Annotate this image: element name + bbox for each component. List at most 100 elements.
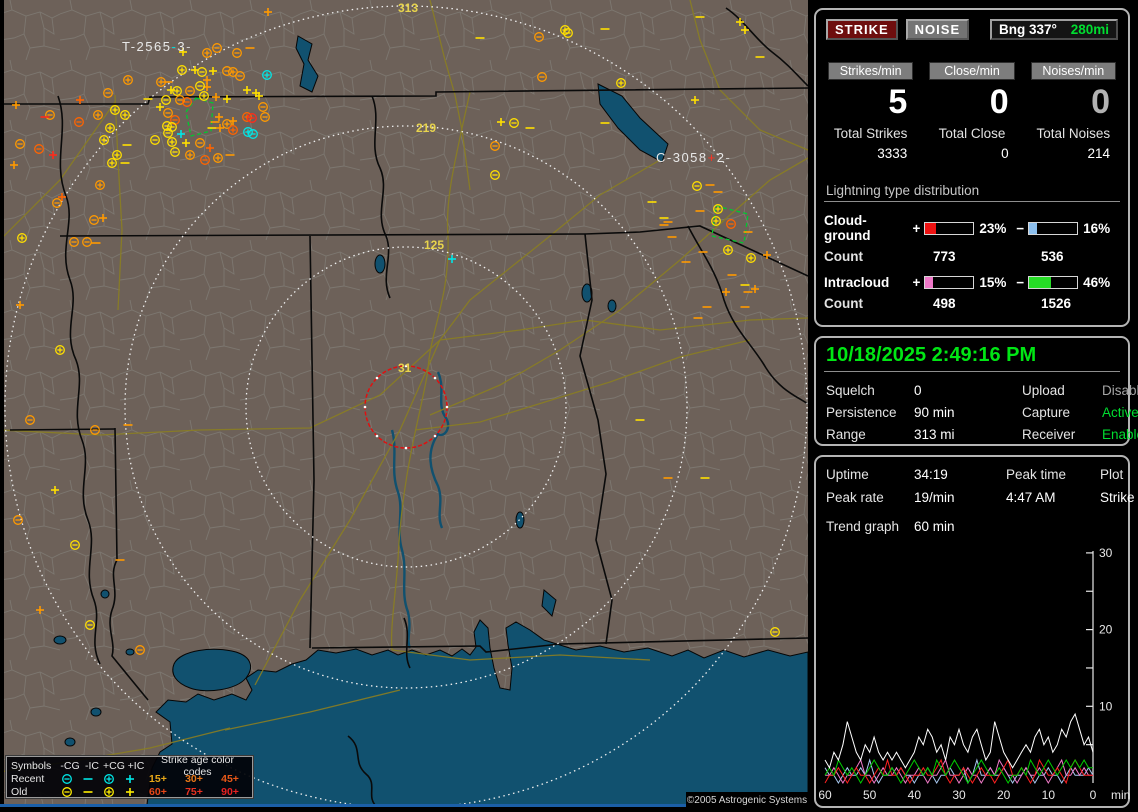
- total-strikes-value: 3333: [877, 146, 908, 161]
- svg-text:T-2565-3-: T-2565-3-: [122, 39, 192, 54]
- ring-label-313: 313: [398, 1, 418, 15]
- ring-label-31: 31: [398, 361, 412, 375]
- svg-text:10: 10: [1099, 699, 1113, 713]
- trend-graph-value: 60 min: [914, 519, 955, 534]
- legend-col-pos-ic: +IC: [127, 760, 145, 772]
- age-60-label: 60+: [149, 786, 167, 798]
- peak-time-value: 4:47 AM: [1006, 490, 1056, 505]
- cg-pos-count: 773: [933, 249, 956, 264]
- peak-rate-label: Peak rate: [826, 490, 884, 505]
- cg-neg-bar: [1028, 221, 1079, 235]
- svg-text:20: 20: [997, 788, 1011, 802]
- noises-per-min-value: 0: [1091, 83, 1110, 121]
- distribution-title: Lightning type distribution: [824, 183, 1120, 202]
- capture-label: Capture: [1022, 405, 1071, 420]
- squelch-label: Squelch: [826, 383, 875, 398]
- svg-text:C-3058+2-: C-3058+2-: [656, 150, 731, 165]
- receiver-label: Receiver: [1022, 427, 1076, 442]
- plot-label: Plot: [1100, 467, 1124, 482]
- noises-per-min-meter: Noises/min 0 Total Noises 214: [1027, 62, 1120, 161]
- range-value: 313 mi: [914, 427, 955, 442]
- intracloud-counts: Count 498 1526: [824, 296, 1120, 311]
- circle-minus-icon: [57, 786, 78, 798]
- age-75-label: 75+: [185, 786, 203, 798]
- bearing-distance: 280mi: [1070, 22, 1109, 37]
- legend-old-label: Old: [11, 786, 28, 798]
- svg-text:min: min: [1111, 788, 1130, 802]
- peak-rate-value: 19/min: [914, 490, 955, 505]
- strikes-per-min-chip[interactable]: Strikes/min: [828, 62, 914, 80]
- intracloud-row: Intracloud + 15% − 46%: [824, 275, 1120, 290]
- upload-label: Upload: [1022, 383, 1065, 398]
- squelch-value: 0: [914, 383, 922, 398]
- ring-label-219: 219: [416, 121, 436, 135]
- ring-label-125: 125: [424, 238, 444, 252]
- trend-graph-label: Trend graph: [826, 519, 900, 534]
- range-label: Range: [826, 427, 866, 442]
- intracloud-label: Intracloud: [824, 275, 890, 290]
- strikes-per-min-value: 5: [888, 83, 908, 121]
- legend-col-neg-cg: -CG: [60, 760, 80, 772]
- total-close-value: 0: [1001, 146, 1009, 161]
- svg-text:50: 50: [863, 788, 877, 802]
- rate-meters: Strikes/min 5 Total Strikes 3333 Close/m…: [824, 62, 1120, 161]
- plus-sign: +: [912, 220, 921, 236]
- strike-mode-button[interactable]: STRIKE: [826, 19, 898, 40]
- svg-text:10: 10: [1042, 788, 1056, 802]
- lightning-map-panel: 313 219 125 31 T-2565-3- C-3058+2- ©2005 …: [0, 0, 808, 812]
- minus-icon: [77, 786, 98, 798]
- legend-header-row: Symbols -CG -IC +CG +IC Strike age color…: [11, 754, 248, 778]
- noises-per-min-chip[interactable]: Noises/min: [1030, 62, 1116, 80]
- stats-box: STRIKE NOISE Bng 337° 280mi Strikes/min …: [814, 8, 1130, 327]
- ic-neg-pct: 46%: [1083, 275, 1111, 290]
- ic-pos-bar: [924, 276, 975, 289]
- cg-neg-count: 536: [1041, 249, 1064, 264]
- legend-old-row: Old 60+ 75+ 90+: [11, 786, 248, 798]
- bearing-readout: Bng 337° 280mi: [990, 19, 1118, 40]
- total-noises-value: 214: [1087, 146, 1110, 161]
- count-label: Count: [824, 296, 863, 311]
- receiver-status: Enabled: [1102, 427, 1138, 442]
- mode-header: STRIKE NOISE Bng 337° 280mi: [826, 19, 1118, 40]
- circle-minus-icon: [57, 773, 78, 785]
- lightning-map[interactable]: 313 219 125 31 T-2565-3- C-3058+2-: [0, 0, 808, 812]
- age-15-label: 15+: [149, 773, 167, 785]
- status-box: 10/18/2025 2:49:16 PM Squelch 0 Upload D…: [814, 336, 1138, 446]
- peak-time-label: Peak time: [1006, 467, 1067, 482]
- total-strikes-label: Total Strikes: [833, 126, 908, 141]
- age-30-label: 30+: [185, 773, 203, 785]
- telemetry-panel: STRIKE NOISE Bng 337° 280mi Strikes/min …: [812, 0, 1138, 812]
- cg-neg-pct: 16%: [1083, 220, 1111, 236]
- circle-plus-icon: [98, 773, 119, 785]
- uptime-grid: Uptime 34:19 Peak time Plot Peak rate 19…: [824, 463, 1135, 505]
- count-label: Count: [824, 249, 863, 264]
- minus-sign: −: [1016, 275, 1025, 290]
- age-45-label: 45+: [221, 773, 239, 785]
- plus-icon: [119, 786, 140, 798]
- trend-graph-row: Trend graph 60 min: [824, 505, 1120, 534]
- persistence-label: Persistence: [826, 405, 897, 420]
- total-noises-label: Total Noises: [1036, 126, 1111, 141]
- ic-neg-bar: [1028, 276, 1079, 289]
- close-per-min-chip[interactable]: Close/min: [929, 62, 1015, 80]
- datetime-display: 10/18/2025 2:49:16 PM: [824, 342, 1120, 372]
- minus-icon: [77, 773, 98, 785]
- cloud-ground-counts: Count 773 536: [824, 249, 1120, 264]
- trend-box: Uptime 34:19 Peak time Plot Peak rate 19…: [814, 455, 1135, 808]
- trend-graph-chart: 10 20 30 60 50 40 30 20 10 0 min: [819, 546, 1130, 802]
- legend-recent-row: Recent 15+ 30+ 45+: [11, 773, 248, 785]
- ic-pos-pct: 15%: [979, 275, 1007, 290]
- cloud-ground-row: Cloud-ground + 23% − 16%: [824, 213, 1120, 243]
- strikes-per-min-meter: Strikes/min 5 Total Strikes 3333: [824, 62, 917, 161]
- close-per-min-value: 0: [989, 83, 1009, 121]
- cg-pos-pct: 23%: [979, 220, 1007, 236]
- legend-symbols-header: Symbols: [11, 760, 52, 772]
- upload-status: Disabled: [1102, 383, 1138, 398]
- age-90-label: 90+: [221, 786, 239, 798]
- legend-recent-label: Recent: [11, 773, 45, 785]
- circle-plus-icon: [98, 786, 119, 798]
- svg-text:30: 30: [952, 788, 966, 802]
- noise-mode-button[interactable]: NOISE: [905, 19, 970, 40]
- settings-grid: Squelch 0 Upload Disabled Persistence 90…: [824, 372, 1138, 442]
- ic-pos-count: 498: [933, 296, 956, 311]
